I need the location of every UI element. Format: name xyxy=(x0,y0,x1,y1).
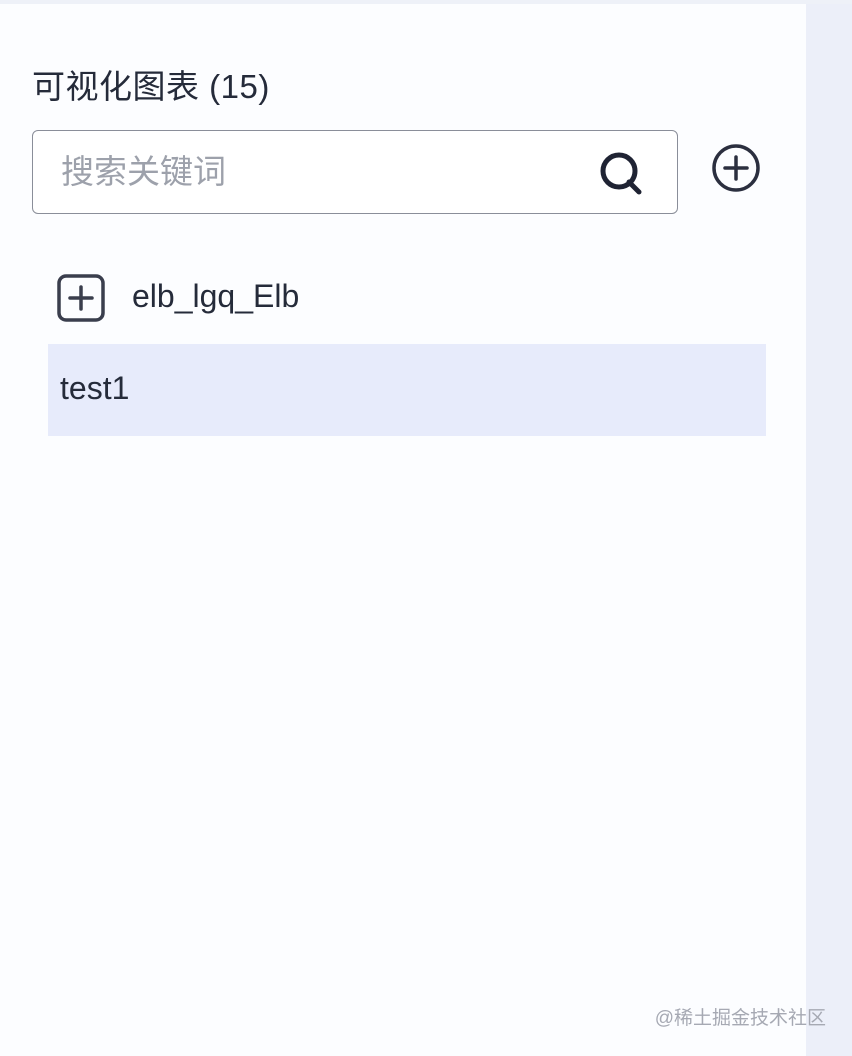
app-root: 可视化图表 (15) 搜索关键词 elb_lgq_Elb test1 @稀土掘金… xyxy=(0,0,852,1056)
plus-circle-icon xyxy=(712,144,760,192)
tree-folder-label: elb_lgq_Elb xyxy=(132,278,300,314)
right-panel-edge xyxy=(806,4,852,1056)
chart-list-panel: 可视化图表 (15) 搜索关键词 elb_lgq_Elb test1 xyxy=(0,4,806,1056)
plus-square-icon[interactable] xyxy=(56,273,106,323)
search-box[interactable] xyxy=(32,130,678,214)
tree-item-label: test1 xyxy=(60,370,130,406)
search-icon[interactable] xyxy=(597,149,645,197)
search-input[interactable] xyxy=(59,131,583,213)
tree-item-selected[interactable]: test1 xyxy=(48,344,766,436)
watermark: @稀土掘金技术社区 xyxy=(654,1008,826,1029)
tree-folder[interactable]: elb_lgq_Elb xyxy=(48,250,766,344)
chart-tree: elb_lgq_Elb test1 xyxy=(48,250,766,436)
panel-title: 可视化图表 (15) xyxy=(32,68,270,105)
add-chart-button[interactable] xyxy=(710,142,762,194)
